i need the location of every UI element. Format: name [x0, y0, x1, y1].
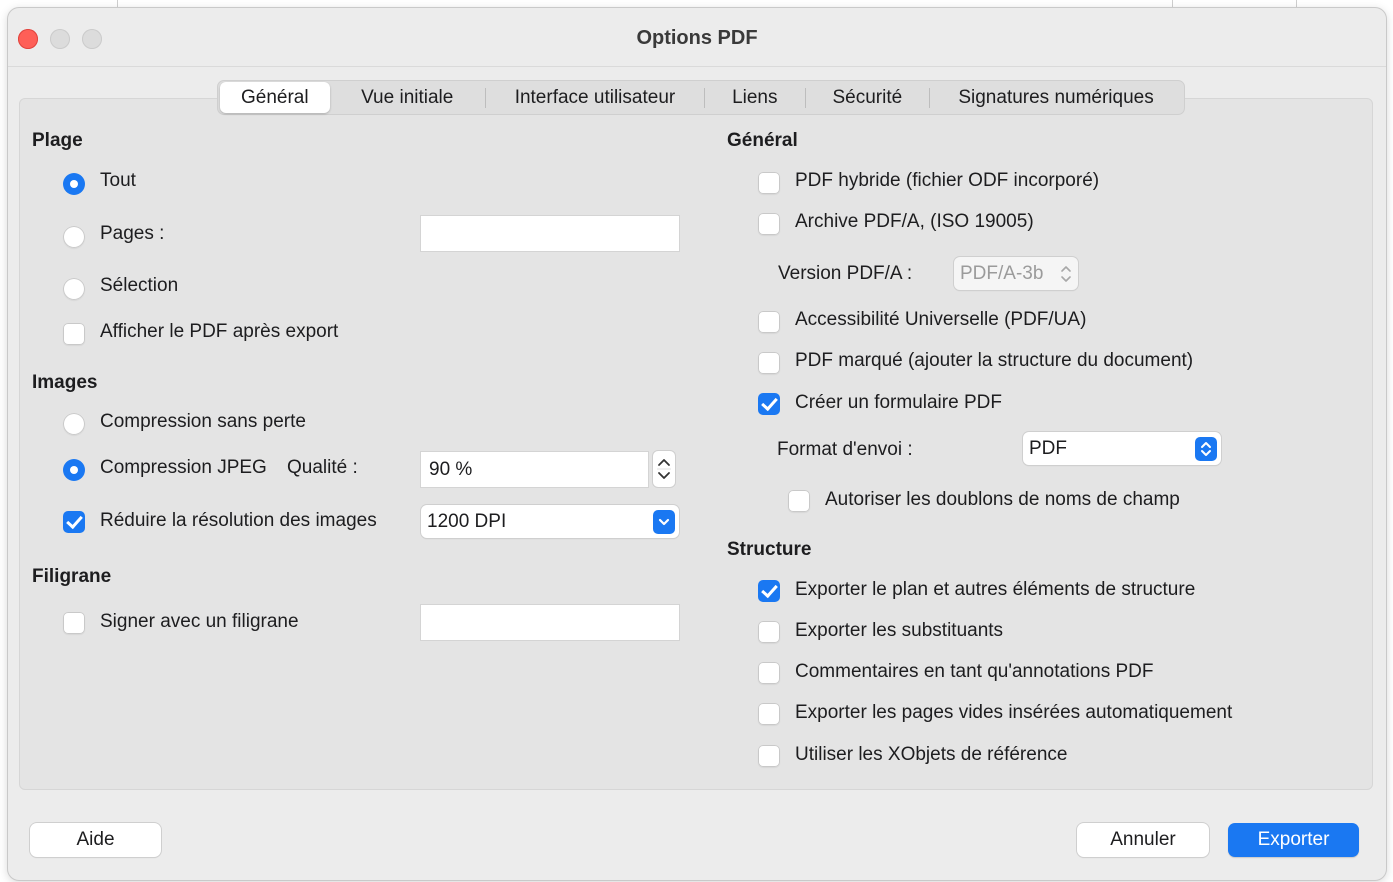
pdfa-archive-checkbox[interactable]	[758, 213, 780, 235]
export-placeholders-label: Exporter les substituants	[795, 620, 1004, 641]
export-blank-pages-checkbox[interactable]	[758, 703, 780, 725]
export-placeholders-checkbox[interactable]	[758, 621, 780, 643]
watermark-input[interactable]	[420, 604, 680, 641]
range-pages-label: Pages :	[100, 223, 165, 244]
sign-watermark-label: Signer avec un filigrane	[100, 611, 299, 632]
dpi-popup[interactable]: 1200 DPI	[421, 505, 679, 538]
tagged-pdf-checkbox[interactable]	[758, 352, 780, 374]
title-bar: Options PDF	[8, 8, 1386, 67]
range-all-label: Tout	[100, 170, 136, 191]
create-form-checkbox[interactable]	[758, 393, 780, 415]
chevron-down-icon	[653, 510, 675, 534]
images-heading: Images	[32, 372, 98, 393]
tab-links[interactable]: Liens	[705, 82, 805, 113]
range-heading: Plage	[32, 130, 83, 151]
hybrid-pdf-label: PDF hybride (fichier ODF incorporé)	[795, 170, 1100, 191]
watermark-heading: Filigrane	[32, 566, 112, 587]
submit-format-label: Format d'envoi :	[777, 439, 913, 460]
view-after-export-label: Afficher le PDF après export	[100, 321, 339, 342]
submit-format-popup[interactable]: PDF	[1023, 432, 1221, 465]
reduce-resolution-label: Réduire la résolution des images	[100, 510, 377, 531]
view-after-export-checkbox[interactable]	[63, 323, 85, 345]
quality-stepper[interactable]	[653, 451, 675, 487]
general-heading: Général	[727, 130, 798, 151]
pdf-ua-label: Accessibilité Universelle (PDF/UA)	[795, 309, 1087, 330]
quality-input[interactable]: 90 %	[420, 451, 649, 488]
range-selection-label: Sélection	[100, 275, 179, 296]
reduce-resolution-checkbox[interactable]	[63, 511, 85, 533]
tab-user-interface[interactable]: Interface utilisateur	[486, 82, 704, 113]
help-button[interactable]: Aide	[30, 823, 161, 857]
export-button[interactable]: Exporter	[1228, 823, 1359, 857]
lossless-compression-label: Compression sans perte	[100, 411, 306, 432]
reference-xobjects-label: Utiliser les XObjets de référence	[795, 744, 1068, 765]
range-selection-radio[interactable]	[63, 278, 85, 300]
pages-input[interactable]	[420, 215, 680, 252]
updown-chevron-icon	[1195, 437, 1217, 461]
pdfa-version-label: Version PDF/A :	[778, 263, 913, 284]
export-outline-label: Exporter le plan et autres éléments de s…	[795, 579, 1196, 600]
sign-watermark-checkbox[interactable]	[63, 612, 85, 634]
tab-bar: Général Vue initiale Interface utilisate…	[217, 80, 1185, 115]
export-blank-pages-label: Exporter les pages vides insérées automa…	[795, 702, 1233, 723]
stepper-arrows-icon	[657, 459, 671, 479]
comments-annotations-label: Commentaires en tant qu'annotations PDF	[795, 661, 1154, 682]
comments-annotations-checkbox[interactable]	[758, 662, 780, 684]
range-all-radio[interactable]	[63, 173, 85, 195]
window-title: Options PDF	[636, 27, 758, 49]
create-form-label: Créer un formulaire PDF	[795, 392, 1002, 413]
tab-general[interactable]: Général	[220, 82, 330, 113]
pdf-ua-checkbox[interactable]	[758, 311, 780, 333]
jpeg-compression-radio[interactable]	[63, 459, 85, 481]
pdfa-version-value: PDF/A-3b	[960, 262, 1044, 284]
tab-security[interactable]: Sécurité	[806, 82, 929, 113]
tab-initial-view[interactable]: Vue initiale	[330, 82, 485, 113]
hybrid-pdf-checkbox[interactable]	[758, 172, 780, 194]
updown-chevron-icon	[1060, 264, 1072, 290]
dpi-value: 1200 DPI	[427, 510, 507, 532]
lossless-compression-radio[interactable]	[63, 413, 85, 435]
jpeg-compression-label: Compression JPEG	[100, 457, 267, 478]
tagged-pdf-label: PDF marqué (ajouter la structure du docu…	[795, 350, 1194, 371]
allow-duplicate-fields-label: Autoriser les doublons de noms de champ	[825, 489, 1180, 510]
cancel-button[interactable]: Annuler	[1077, 823, 1209, 857]
structure-heading: Structure	[727, 539, 812, 560]
quality-label: Qualité :	[287, 457, 358, 478]
allow-duplicate-fields-checkbox[interactable]	[788, 490, 810, 512]
reference-xobjects-checkbox[interactable]	[758, 745, 780, 767]
pdfa-version-popup[interactable]: PDF/A-3b	[954, 257, 1078, 290]
tab-digital-signatures[interactable]: Signatures numériques	[930, 82, 1182, 113]
pdfa-archive-label: Archive PDF/A, (ISO 19005)	[795, 211, 1034, 232]
range-pages-radio[interactable]	[63, 226, 85, 248]
export-outline-checkbox[interactable]	[758, 580, 780, 602]
pdf-options-dialog: Options PDF Général Vue initiale Interfa…	[8, 8, 1386, 880]
submit-format-value: PDF	[1029, 437, 1067, 459]
